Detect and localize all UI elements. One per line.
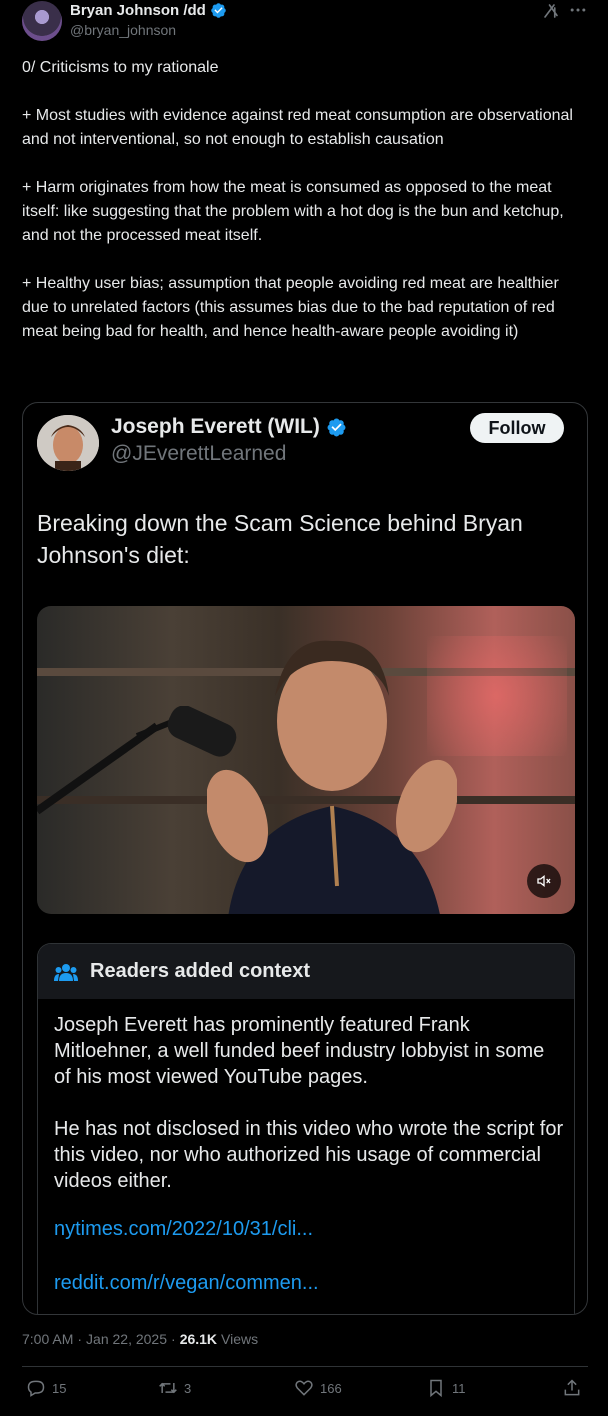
views-count: 26.1K bbox=[179, 1331, 218, 1347]
grok-icon[interactable] bbox=[542, 2, 560, 25]
source-link-reddit[interactable]: reddit.com/r/vegan/commen... bbox=[54, 1270, 319, 1296]
tweet-time[interactable]: 7:00 AM bbox=[22, 1331, 73, 1347]
retweet-icon bbox=[159, 1382, 177, 1394]
quoted-tweet[interactable]: Joseph Everett (WIL) @JEverettLearned Fo… bbox=[22, 402, 588, 1315]
tweet-date[interactable]: Jan 22, 2025 bbox=[86, 1331, 167, 1347]
meta-separator: · bbox=[171, 1331, 176, 1347]
reply-button[interactable]: 15 bbox=[26, 1378, 66, 1398]
like-button[interactable]: 166 bbox=[294, 1378, 342, 1398]
author-handle[interactable]: @bryan_johnson bbox=[70, 22, 176, 38]
bookmark-icon bbox=[430, 1379, 442, 1398]
mute-icon[interactable] bbox=[527, 864, 561, 898]
quoted-author-name-row[interactable]: Joseph Everett (WIL) bbox=[111, 415, 347, 439]
retweet-button[interactable]: 3 bbox=[158, 1378, 191, 1398]
community-note-paragraph-2: He has not disclosed in this video who w… bbox=[54, 1118, 564, 1192]
community-note-body: Joseph Everett has prominently featured … bbox=[54, 1012, 564, 1194]
bookmark-button[interactable]: 11 bbox=[426, 1378, 466, 1398]
community-note-title: Readers added context bbox=[90, 960, 311, 982]
views-label: Views bbox=[221, 1331, 259, 1347]
like-count: 166 bbox=[320, 1380, 342, 1396]
quoted-author-avatar[interactable] bbox=[37, 415, 99, 471]
bookmark-count: 11 bbox=[452, 1380, 466, 1396]
quoted-tweet-text: Breaking down the Scam Science behind Br… bbox=[37, 510, 523, 568]
reply-count: 15 bbox=[52, 1380, 67, 1396]
action-bar: 15 3 166 11 bbox=[22, 1378, 588, 1406]
video-player[interactable] bbox=[37, 606, 575, 914]
author-name[interactable]: Bryan Johnson /dd bbox=[70, 2, 206, 19]
quoted-author-name[interactable]: Joseph Everett (WIL) bbox=[111, 415, 320, 439]
community-note-paragraph-1: Joseph Everett has prominently featured … bbox=[54, 1014, 545, 1088]
meta-separator: · bbox=[77, 1331, 83, 1347]
share-button[interactable] bbox=[562, 1378, 582, 1398]
tweet-text: 0/ Criticisms to my rationale + Most stu… bbox=[22, 59, 573, 340]
like-icon bbox=[295, 1380, 313, 1396]
author-name-row[interactable]: Bryan Johnson /dd bbox=[70, 2, 227, 19]
community-note: Readers added context Joseph Everett has… bbox=[37, 943, 575, 1314]
quoted-author-handle[interactable]: @JEverettLearned bbox=[111, 442, 286, 466]
retweet-count: 3 bbox=[184, 1380, 192, 1396]
verified-badge-icon bbox=[211, 3, 226, 18]
share-icon bbox=[564, 1379, 580, 1396]
follow-button[interactable]: Follow bbox=[470, 413, 564, 443]
tweet-meta: 7:00 AM · Jan 22, 2025 · 26.1K Views bbox=[22, 1331, 258, 1347]
more-icon[interactable] bbox=[568, 0, 588, 25]
readers-icon bbox=[54, 963, 78, 981]
quoted-verified-badge-icon bbox=[327, 418, 346, 436]
community-note-header: Readers added context bbox=[38, 944, 574, 999]
author-avatar[interactable] bbox=[22, 1, 62, 41]
source-link-nytimes[interactable]: nytimes.com/2022/10/31/cli... bbox=[54, 1216, 313, 1242]
video-person bbox=[207, 640, 457, 914]
divider bbox=[22, 1366, 588, 1367]
tweet-header: Bryan Johnson /dd @bryan_johnson bbox=[0, 0, 608, 48]
reply-icon bbox=[27, 1380, 45, 1397]
